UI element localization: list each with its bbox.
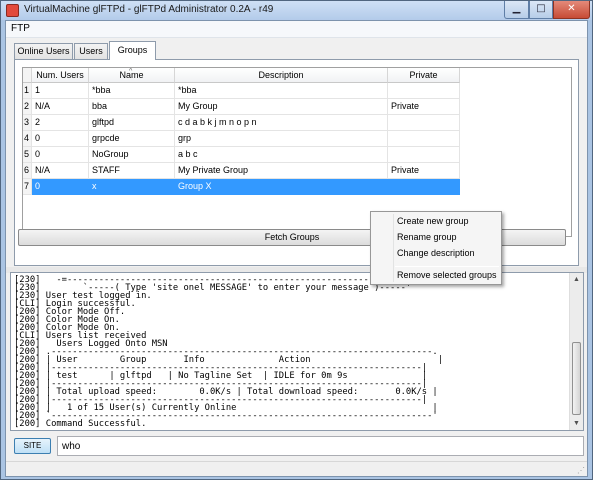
column-header-num-users[interactable]: Num. Users (32, 68, 89, 83)
window-title: VirtualMachine glFTPd - glFTPd Administr… (24, 4, 274, 15)
cell-num-users[interactable]: N/A (32, 99, 89, 115)
cell-name[interactable]: grpcde (89, 131, 175, 147)
cell-num-users[interactable]: 1 (32, 83, 89, 99)
cell-description[interactable]: c d a b k j m n o p n (175, 115, 388, 131)
cell-private[interactable] (388, 131, 460, 147)
scroll-thumb[interactable] (572, 342, 581, 415)
row-number: 5 (23, 147, 32, 163)
context-menu: Create new group Rename group Change des… (370, 211, 502, 285)
menu-item-change-description[interactable]: Change description (397, 248, 475, 258)
close-icon: ✕ (567, 3, 576, 14)
row-number: 1 (23, 83, 32, 99)
menu-bar: FTP (6, 21, 587, 38)
cell-private[interactable] (388, 147, 460, 163)
cell-num-users[interactable]: 2 (32, 115, 89, 131)
row-header-corner[interactable] (23, 68, 32, 83)
cell-num-users[interactable]: 0 (32, 147, 89, 163)
maximize-icon: □ (536, 3, 546, 14)
row-number: 3 (23, 115, 32, 131)
menu-item-create-new-group[interactable]: Create new group (397, 216, 469, 226)
menu-item-remove-selected-groups[interactable]: Remove selected groups (397, 270, 497, 280)
server-log[interactable]: [230] -=--------------------------------… (10, 272, 584, 431)
tab-groups[interactable]: Groups (109, 41, 156, 60)
context-menu-gutter (393, 214, 394, 282)
cell-description[interactable]: My Private Group (175, 163, 388, 179)
sort-ascending-icon: ^ (129, 68, 133, 75)
application-window: VirtualMachine glFTPd - glFTPd Administr… (0, 0, 593, 480)
column-header-name[interactable]: ^ Name (89, 68, 175, 83)
row-number: 7 (23, 179, 32, 195)
cell-private[interactable]: Private (388, 163, 460, 179)
column-header-description[interactable]: Description (175, 68, 388, 83)
cell-num-users[interactable]: 0 (32, 131, 89, 147)
status-bar: ⋰ (6, 461, 587, 476)
table-row[interactable]: 3 2 glftpd c d a b k j m n o p n (23, 115, 571, 131)
log-line: [200] Command Successful. (14, 419, 147, 429)
scroll-up-icon[interactable]: ▲ (570, 273, 583, 286)
cell-private[interactable]: Private (388, 99, 460, 115)
table-row-selected[interactable]: 7 0 x Group X (23, 179, 571, 195)
table-row[interactable]: 1 1 *bba *bba (23, 83, 571, 99)
cell-name[interactable]: x (89, 179, 175, 195)
cell-description[interactable]: a b c (175, 147, 388, 163)
table-row[interactable]: 6 N/A STAFF My Private Group Private (23, 163, 571, 179)
cell-name[interactable]: glftpd (89, 115, 175, 131)
title-bar[interactable]: VirtualMachine glFTPd - glFTPd Administr… (1, 1, 592, 20)
cell-description[interactable]: Group X (175, 179, 388, 195)
scroll-down-icon[interactable]: ▼ (570, 417, 583, 430)
row-number: 4 (23, 131, 32, 147)
menu-ftp[interactable]: FTP (11, 23, 30, 34)
client-area: FTP Online Users Users Groups Num. Users… (5, 20, 588, 477)
table-row[interactable]: 2 N/A bba My Group Private (23, 99, 571, 115)
cell-num-users[interactable]: N/A (32, 163, 89, 179)
cell-private[interactable] (388, 115, 460, 131)
cell-private[interactable] (388, 83, 460, 99)
menu-separator (395, 266, 499, 267)
maximize-button[interactable]: □ (529, 1, 553, 19)
row-number: 2 (23, 99, 32, 115)
cell-name[interactable]: STAFF (89, 163, 175, 179)
minimize-icon: ▁ (512, 3, 521, 14)
tab-online-users[interactable]: Online Users (14, 43, 73, 59)
cell-name[interactable]: bba (89, 99, 175, 115)
row-number: 6 (23, 163, 32, 179)
cell-name[interactable]: NoGroup (89, 147, 175, 163)
app-icon[interactable] (6, 4, 19, 17)
table-row[interactable]: 4 0 grpcde grp (23, 131, 571, 147)
menu-item-rename-group[interactable]: Rename group (397, 232, 457, 242)
cell-num-users[interactable]: 0 (32, 179, 89, 195)
log-scrollbar[interactable]: ▲ ▼ (569, 273, 583, 430)
cell-description[interactable]: grp (175, 131, 388, 147)
cell-name[interactable]: *bba (89, 83, 175, 99)
minimize-button[interactable]: ▁ (504, 1, 529, 19)
close-button[interactable]: ✕ (553, 1, 590, 19)
cell-private[interactable] (388, 179, 460, 195)
table-row[interactable]: 5 0 NoGroup a b c (23, 147, 571, 163)
cell-description[interactable]: *bba (175, 83, 388, 99)
tab-users[interactable]: Users (74, 43, 108, 59)
resize-grip-icon[interactable]: ⋰ (577, 466, 585, 475)
command-input[interactable] (57, 436, 584, 456)
site-button[interactable]: SITE (14, 438, 51, 454)
column-header-private[interactable]: Private (388, 68, 460, 83)
cell-description[interactable]: My Group (175, 99, 388, 115)
